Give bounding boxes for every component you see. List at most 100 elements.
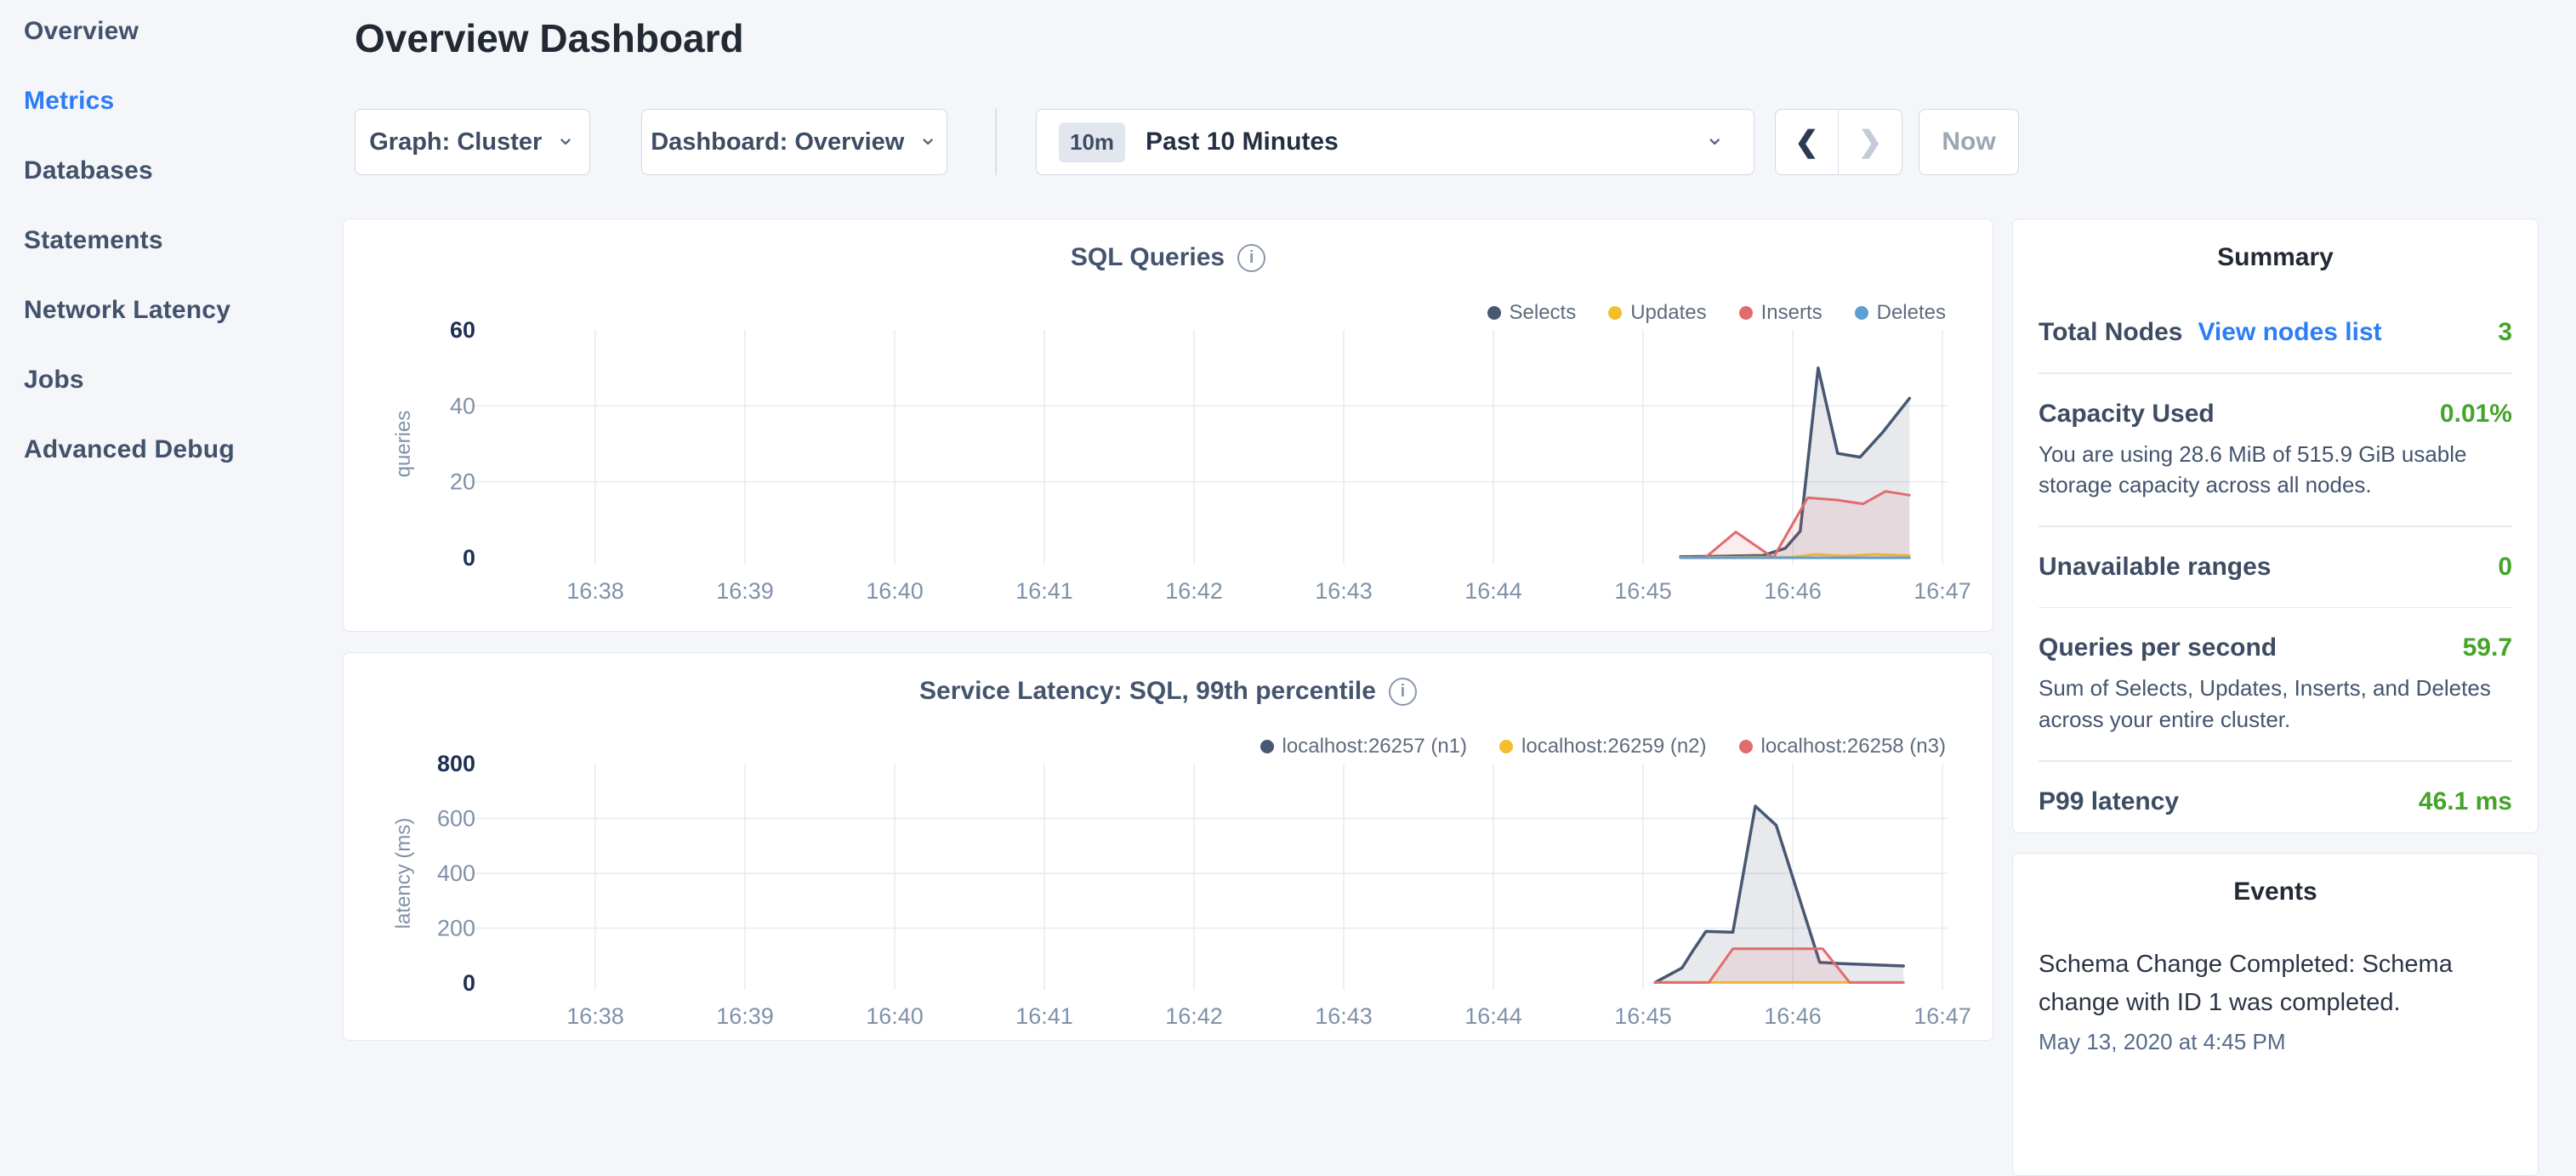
chevron-right-icon: ❯ xyxy=(1858,125,1883,159)
legend-dot xyxy=(1499,740,1513,753)
info-icon[interactable]: i xyxy=(1389,678,1417,706)
svg-text:0: 0 xyxy=(463,545,475,571)
sidebar-item-metrics[interactable]: Metrics xyxy=(24,87,330,117)
time-range-dropdown[interactable]: 10m Past 10 Minutes ⌄ xyxy=(1036,109,1754,175)
divider xyxy=(2039,760,2512,762)
sidebar-item-overview[interactable]: Overview xyxy=(24,17,330,48)
svg-text:0: 0 xyxy=(463,970,475,996)
service-latency-plot[interactable]: 0 200 400 600 800 16:38 16:39 16:40 16:41 16:42 16… xyxy=(344,755,1993,1040)
svg-text:16:43: 16:43 xyxy=(1315,578,1373,604)
svg-text:600: 600 xyxy=(437,806,475,832)
chevron-down-icon: ⌄ xyxy=(918,133,937,141)
chevron-left-icon: ❮ xyxy=(1794,125,1819,159)
events-panel: Events Schema Change Completed: Schema c… xyxy=(2012,853,2539,1176)
svg-text:16:38: 16:38 xyxy=(566,1003,624,1029)
now-button-label: Now xyxy=(1942,128,1995,156)
summary-row-capacity-used: Capacity Used 0.01% You are using 28.6 M… xyxy=(2039,400,2512,501)
chevron-down-icon: ⌄ xyxy=(555,133,575,141)
legend-dot xyxy=(1487,306,1501,320)
svg-text:16:42: 16:42 xyxy=(1165,1003,1223,1029)
summary-value: 0 xyxy=(2498,553,2512,582)
divider xyxy=(2039,372,2512,374)
legend-dot xyxy=(1855,306,1868,320)
summary-value: 0.01% xyxy=(2440,400,2512,429)
events-title: Events xyxy=(2039,878,2512,906)
divider xyxy=(2039,526,2512,527)
summary-value: 46.1 ms xyxy=(2419,787,2512,816)
summary-label: Total Nodes xyxy=(2039,318,2182,347)
sidebar-item-statements[interactable]: Statements xyxy=(24,226,330,257)
summary-panel: Summary Total Nodes View nodes list 3 Ca… xyxy=(2012,219,2539,833)
summary-label: Unavailable ranges xyxy=(2039,553,2271,582)
summary-row-p99-latency: P99 latency 46.1 ms xyxy=(2039,787,2512,816)
svg-text:16:45: 16:45 xyxy=(1614,1003,1672,1029)
svg-text:16:45: 16:45 xyxy=(1614,578,1672,604)
time-step-buttons: ❮ ❯ xyxy=(1775,109,1902,175)
summary-description: You are using 28.6 MiB of 515.9 GiB usab… xyxy=(2039,439,2512,501)
svg-text:200: 200 xyxy=(437,916,475,941)
now-button[interactable]: Now xyxy=(1919,109,2019,175)
sidebar-item-network-latency[interactable]: Network Latency xyxy=(24,296,330,327)
summary-value: 3 xyxy=(2498,318,2512,347)
time-forward-button[interactable]: ❯ xyxy=(1839,110,1902,174)
sidebar-item-databases[interactable]: Databases xyxy=(24,156,330,187)
svg-text:16:46: 16:46 xyxy=(1764,1003,1822,1029)
legend-dot xyxy=(1739,740,1753,753)
summary-value: 59.7 xyxy=(2463,633,2512,662)
legend-dot xyxy=(1608,306,1622,320)
summary-row-unavailable-ranges: Unavailable ranges 0 xyxy=(2039,553,2512,582)
svg-text:16:41: 16:41 xyxy=(1015,1003,1073,1029)
info-icon[interactable]: i xyxy=(1237,244,1265,272)
svg-text:16:44: 16:44 xyxy=(1464,1003,1522,1029)
svg-text:20: 20 xyxy=(450,469,475,495)
summary-row-total-nodes: Total Nodes View nodes list 3 xyxy=(2039,318,2512,347)
graph-dropdown-label: Graph: Cluster xyxy=(369,128,542,156)
time-back-button[interactable]: ❮ xyxy=(1776,110,1839,174)
sidebar-item-advanced-debug[interactable]: Advanced Debug xyxy=(24,435,330,466)
page-title: Overview Dashboard xyxy=(355,15,744,61)
sql-queries-chart-card: SQL Queries i Selects Updates Inserts De… xyxy=(343,219,1993,632)
svg-text:16:41: 16:41 xyxy=(1015,578,1073,604)
chart-title: SQL Queries xyxy=(1071,243,1225,272)
summary-description: Sum of Selects, Updates, Inserts, and De… xyxy=(2039,673,2512,735)
svg-text:16:47: 16:47 xyxy=(1914,1003,1971,1029)
event-message[interactable]: Schema Change Completed: Schema change w… xyxy=(2039,946,2512,1022)
svg-text:16:39: 16:39 xyxy=(716,578,774,604)
legend-dot xyxy=(1260,740,1274,753)
summary-label: Queries per second xyxy=(2039,633,2277,662)
svg-text:16:44: 16:44 xyxy=(1464,578,1522,604)
svg-text:16:47: 16:47 xyxy=(1914,578,1971,604)
svg-text:16:38: 16:38 xyxy=(566,578,624,604)
chevron-down-icon: ⌄ xyxy=(1705,133,1725,141)
summary-label: P99 latency xyxy=(2039,787,2179,816)
svg-text:16:42: 16:42 xyxy=(1165,578,1223,604)
sql-queries-plot[interactable]: 0 20 40 60 16:38 16:39 16:40 16:41 16:42 16:43 16:… xyxy=(344,321,1993,631)
legend-dot xyxy=(1739,306,1753,320)
svg-text:16:43: 16:43 xyxy=(1315,1003,1373,1029)
summary-row-queries-per-second: Queries per second 59.7 Sum of Selects, … xyxy=(2039,633,2512,735)
time-range-badge: 10m xyxy=(1059,122,1125,162)
toolbar-divider xyxy=(995,109,997,175)
svg-text:800: 800 xyxy=(437,755,475,776)
divider xyxy=(2039,607,2512,609)
summary-title: Summary xyxy=(2039,243,2512,272)
dashboard-dropdown[interactable]: Dashboard: Overview ⌄ xyxy=(641,109,947,175)
graph-dropdown[interactable]: Graph: Cluster ⌄ xyxy=(355,109,590,175)
svg-text:16:40: 16:40 xyxy=(866,578,924,604)
svg-text:400: 400 xyxy=(437,861,475,886)
service-latency-chart-card: Service Latency: SQL, 99th percentile i … xyxy=(343,652,1993,1041)
svg-text:16:46: 16:46 xyxy=(1764,578,1822,604)
dashboard-dropdown-label: Dashboard: Overview xyxy=(651,128,904,156)
sidebar-item-jobs[interactable]: Jobs xyxy=(24,366,330,396)
sidebar: Overview Metrics Databases Statements Ne… xyxy=(24,17,330,505)
svg-text:16:40: 16:40 xyxy=(866,1003,924,1029)
chart-title: Service Latency: SQL, 99th percentile xyxy=(919,677,1376,706)
svg-text:40: 40 xyxy=(450,393,475,418)
svg-text:latency (ms): latency (ms) xyxy=(392,818,415,929)
svg-text:16:39: 16:39 xyxy=(716,1003,774,1029)
time-range-label: Past 10 Minutes xyxy=(1146,128,1691,156)
svg-text:60: 60 xyxy=(450,321,475,343)
event-timestamp: May 13, 2020 at 4:45 PM xyxy=(2039,1029,2512,1055)
summary-label: Capacity Used xyxy=(2039,400,2215,429)
view-nodes-list-link[interactable]: View nodes list xyxy=(2198,318,2381,347)
